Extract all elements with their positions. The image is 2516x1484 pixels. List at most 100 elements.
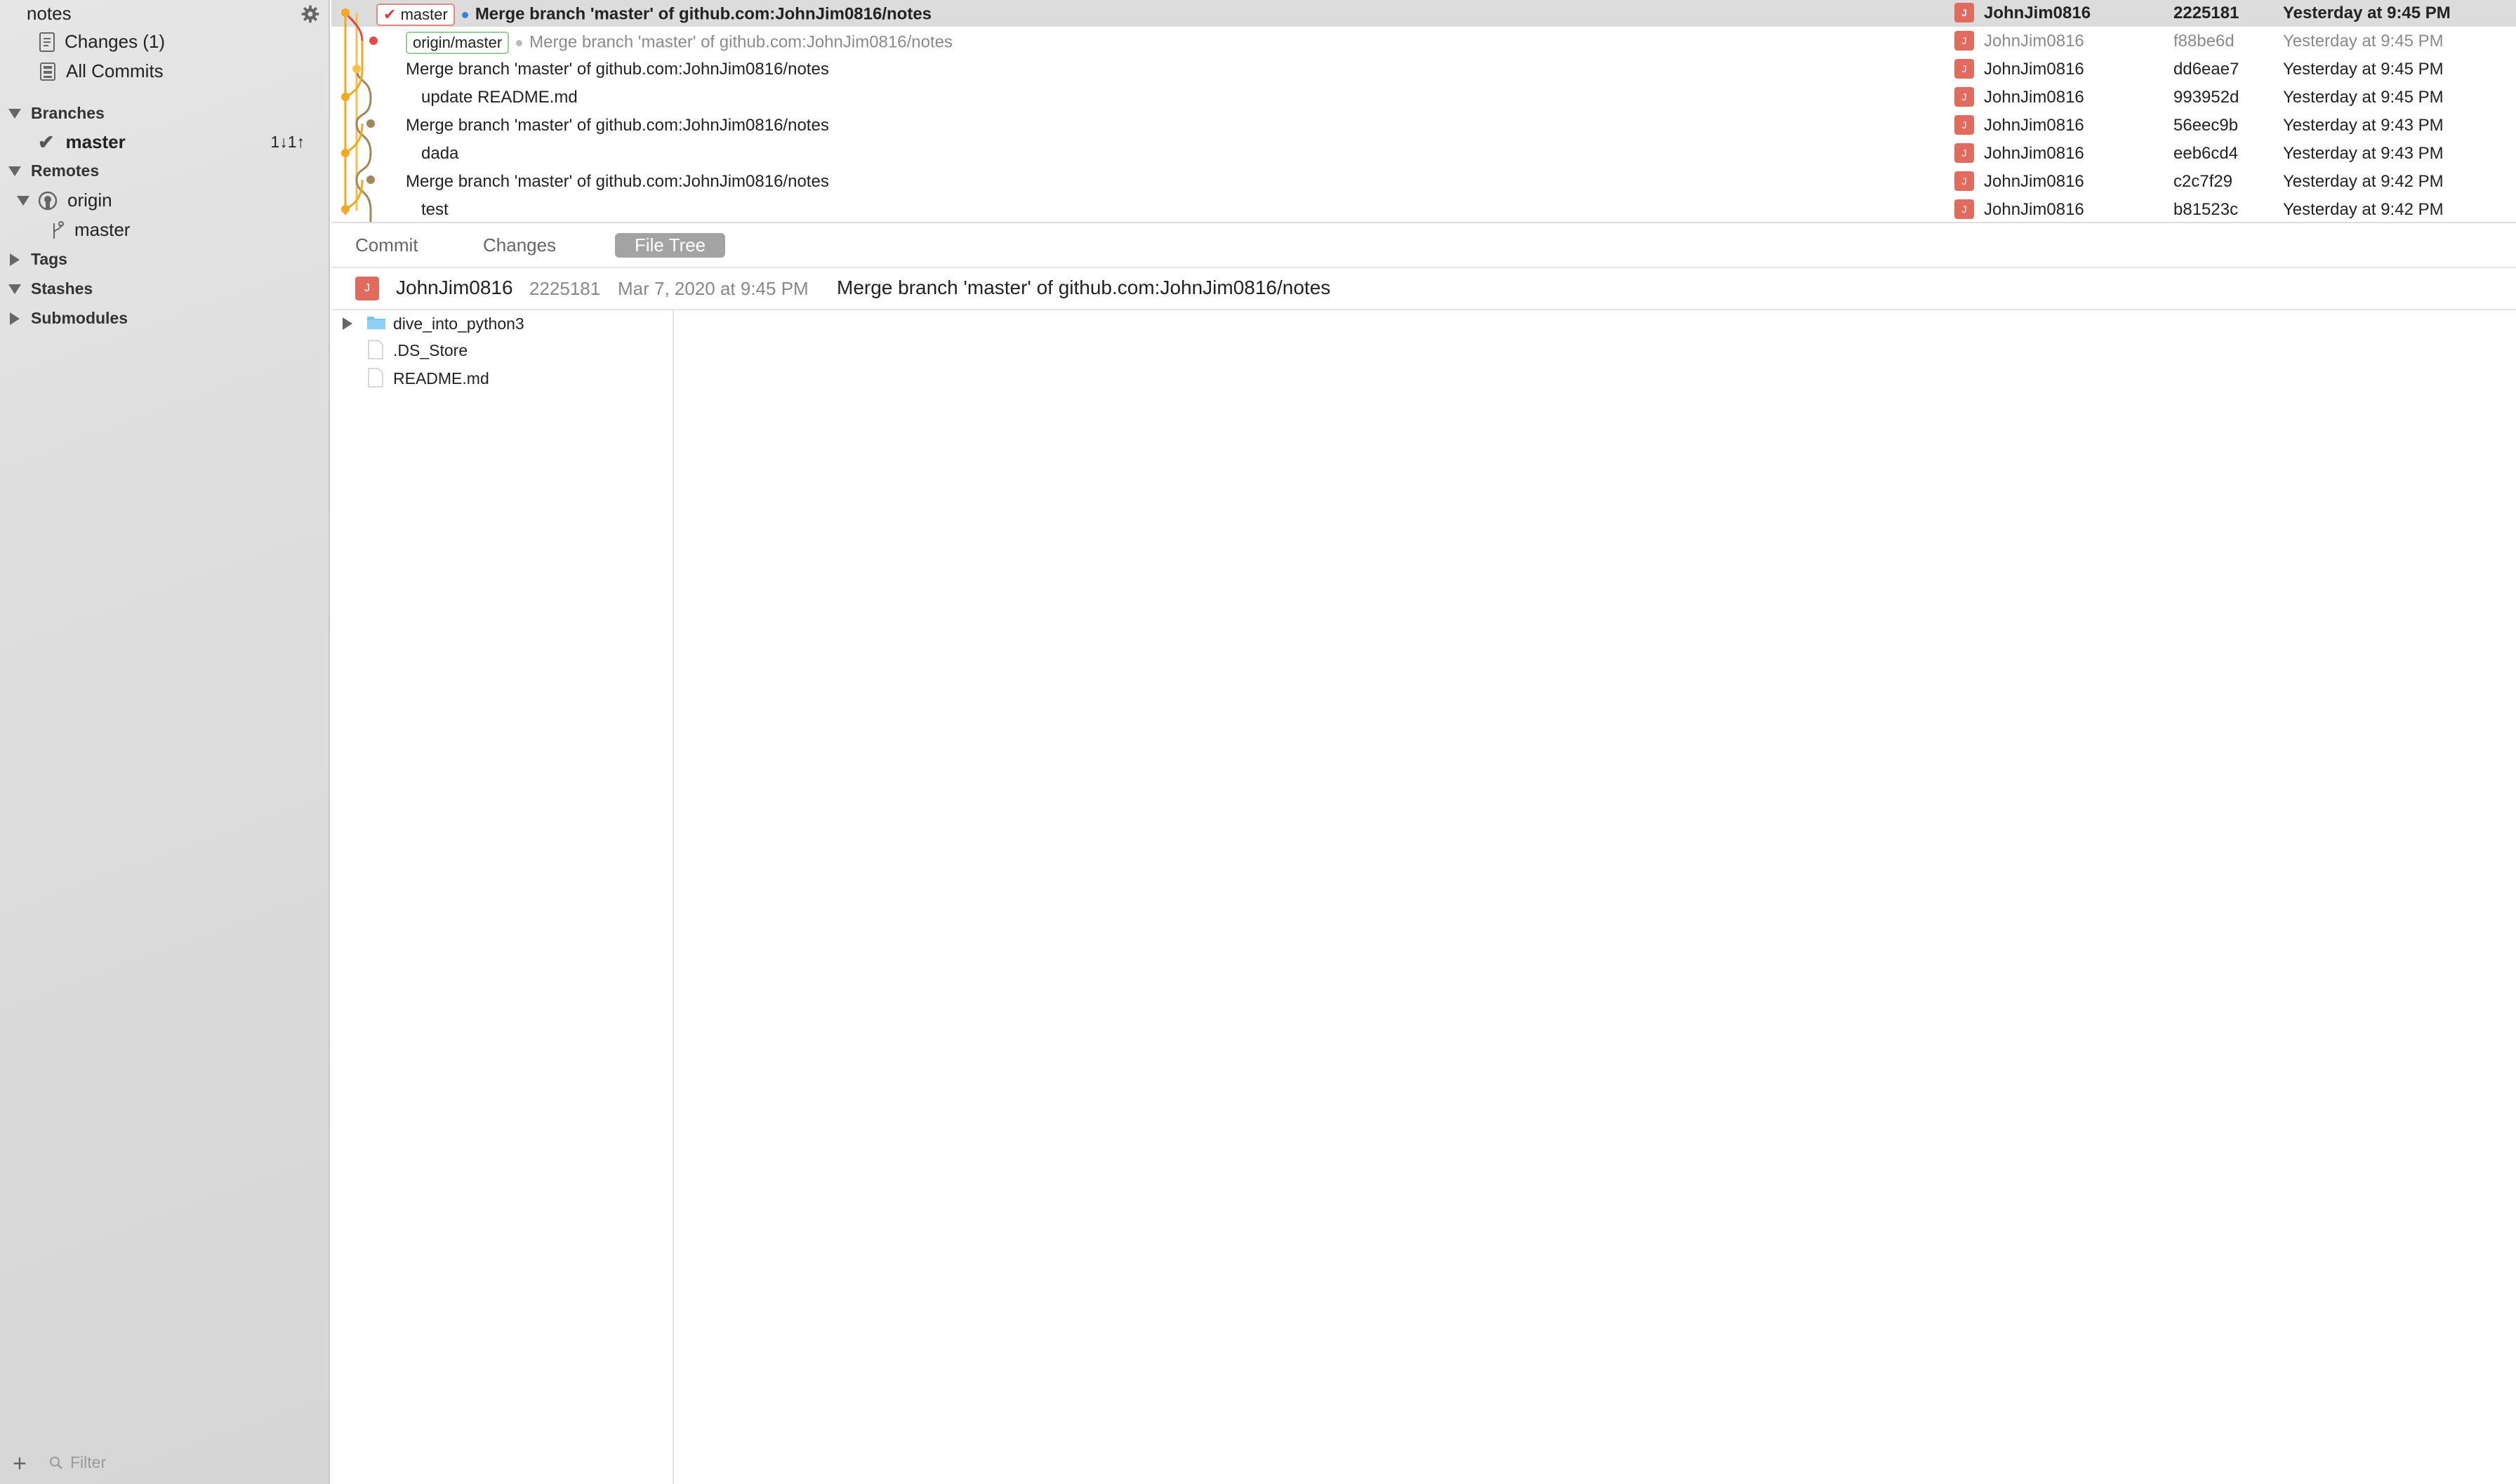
file-tree: dive_into_python3 .DS_Store README.md bbox=[331, 310, 674, 1484]
tab-commit[interactable]: Commit bbox=[336, 233, 438, 258]
commit-row[interactable]: Merge branch 'master' of github.com:John… bbox=[331, 55, 2516, 83]
disclosure-down-icon bbox=[17, 195, 29, 206]
sidebar-item-changes[interactable]: Changes (1) bbox=[39, 31, 165, 53]
avatar: J bbox=[355, 277, 379, 300]
commit-row[interactable]: origin/master Merge branch 'master' of gi… bbox=[331, 27, 2516, 55]
commit-date: Yesterday at 9:43 PM bbox=[2283, 116, 2444, 135]
commit-row[interactable]: test J JohnJim0816 b81523c Yesterday at … bbox=[331, 195, 2516, 223]
disclosure-right-icon bbox=[10, 312, 20, 325]
sidebar-item-remote-origin[interactable]: origin bbox=[17, 190, 112, 211]
detail-author: JohnJim0816 bbox=[396, 277, 513, 298]
avatar: J bbox=[1954, 87, 1974, 107]
commit-author: JohnJim0816 bbox=[1984, 88, 2084, 107]
stashes-section-header[interactable]: Stashes bbox=[8, 279, 93, 298]
commit-message: Merge branch 'master' of github.com:John… bbox=[406, 60, 829, 79]
commit-row[interactable]: dada J JohnJim0816 eeb6cd4 Yesterday at … bbox=[331, 139, 2516, 167]
commit-hash: c2c7f29 bbox=[2173, 172, 2233, 191]
folder-icon bbox=[367, 317, 385, 329]
dot-icon bbox=[516, 39, 523, 46]
commit-hash: eeb6cd4 bbox=[2173, 144, 2239, 163]
disclosure-right-icon bbox=[10, 253, 20, 266]
checkmark-icon: ✔ bbox=[38, 131, 55, 153]
commit-author: JohnJim0816 bbox=[1984, 116, 2084, 135]
repository-title: notes bbox=[27, 3, 72, 24]
commit-date: Yesterday at 9:45 PM bbox=[2283, 60, 2444, 79]
avatar: J bbox=[1954, 171, 1974, 191]
avatar: J bbox=[1954, 143, 1974, 163]
disclosure-down-icon bbox=[8, 284, 21, 294]
commit-graph bbox=[341, 8, 378, 222]
branch-icon bbox=[53, 220, 64, 239]
branch-tag-origin-master: origin/master bbox=[406, 32, 510, 54]
remotes-section-header[interactable]: Remotes bbox=[8, 161, 99, 180]
commit-hash: 56eec9b bbox=[2173, 116, 2239, 135]
file-tree-file[interactable]: README.md bbox=[331, 365, 673, 392]
commit-row[interactable]: update README.md J JohnJim0816 993952d Y… bbox=[331, 83, 2516, 111]
stack-icon bbox=[40, 62, 55, 81]
sidebar-item-remote-branch-master[interactable]: master bbox=[51, 219, 130, 241]
sidebar-item-label: Changes (1) bbox=[65, 31, 166, 52]
commit-author: JohnJim0816 bbox=[1984, 200, 2084, 219]
sidebar-bottom-bar: + Filter bbox=[0, 1443, 329, 1484]
commit-row[interactable]: ✔ master Merge branch 'master' of github.… bbox=[331, 0, 2516, 27]
detail-message: Merge branch 'master' of github.com:John… bbox=[837, 277, 1331, 298]
detail-hash[interactable]: 2225181 bbox=[529, 278, 600, 300]
section-label: Submodules bbox=[31, 309, 128, 327]
disclosure-right-icon[interactable] bbox=[343, 317, 352, 330]
file-tree-folder[interactable]: dive_into_python3 bbox=[331, 310, 673, 337]
file-content-pane bbox=[674, 310, 2516, 1484]
gear-icon[interactable] bbox=[300, 4, 320, 24]
document-icon bbox=[39, 32, 55, 52]
tab-file-tree[interactable]: File Tree bbox=[615, 233, 726, 258]
avatar: J bbox=[1954, 59, 1974, 79]
tags-section-header[interactable]: Tags bbox=[8, 250, 67, 269]
avatar: J bbox=[1954, 199, 1974, 219]
search-icon bbox=[50, 1456, 62, 1469]
avatar: J bbox=[1954, 3, 1974, 22]
section-label: Remotes bbox=[31, 161, 100, 180]
commit-author: JohnJim0816 bbox=[1984, 144, 2084, 163]
sidebar-item-branch-master[interactable]: ✔ master 1↓1↑ bbox=[38, 131, 305, 154]
sidebar-item-label: All Commits bbox=[66, 60, 164, 81]
file-name: README.md bbox=[393, 369, 489, 387]
add-icon[interactable]: + bbox=[13, 1452, 27, 1476]
file-name: .DS_Store bbox=[393, 341, 468, 359]
commit-row[interactable]: Merge branch 'master' of github.com:John… bbox=[331, 111, 2516, 139]
remote-branch-name: master bbox=[74, 219, 131, 240]
commit-author: JohnJim0816 bbox=[1984, 60, 2084, 79]
commit-message: origin/master Merge branch 'master' of gi… bbox=[406, 32, 953, 54]
head-dot-icon bbox=[461, 11, 468, 18]
branches-section-header[interactable]: Branches bbox=[8, 104, 105, 123]
file-name: dive_into_python3 bbox=[393, 314, 524, 333]
commit-date: Yesterday at 9:43 PM bbox=[2283, 144, 2444, 163]
commit-message: dada bbox=[421, 144, 459, 163]
submodules-section-header[interactable]: Submodules bbox=[8, 309, 128, 328]
section-label: Branches bbox=[31, 104, 105, 122]
detail-date: Mar 7, 2020 at 9:45 PM bbox=[618, 278, 809, 299]
message-text: Merge branch 'master' of github.com:John… bbox=[529, 32, 953, 52]
commit-date: Yesterday at 9:42 PM bbox=[2283, 172, 2444, 191]
commit-message: Merge branch 'master' of github.com:John… bbox=[406, 116, 829, 135]
file-icon bbox=[368, 340, 383, 359]
avatar: J bbox=[1954, 31, 1974, 51]
remote-name: origin bbox=[67, 190, 112, 211]
tab-changes[interactable]: Changes bbox=[463, 233, 576, 258]
commit-message: ✔ master Merge branch 'master' of github.… bbox=[376, 4, 932, 26]
commit-hash: 993952d bbox=[2173, 88, 2239, 107]
disclosure-down-icon bbox=[8, 166, 21, 176]
branch-name: master bbox=[65, 131, 126, 152]
commit-row[interactable]: Merge branch 'master' of github.com:John… bbox=[331, 167, 2516, 195]
commit-hash: 2225181 bbox=[2173, 4, 2239, 22]
commit-message: Merge branch 'master' of github.com:John… bbox=[406, 172, 829, 191]
filter-field[interactable]: Filter bbox=[49, 1453, 106, 1472]
message-text: Merge branch 'master' of github.com:John… bbox=[475, 4, 932, 24]
section-label: Stashes bbox=[31, 279, 93, 298]
file-tree-file[interactable]: .DS_Store bbox=[331, 337, 673, 364]
commit-author: JohnJim0816 bbox=[1984, 172, 2084, 191]
section-label: Tags bbox=[31, 250, 67, 268]
commit-detail-header: J JohnJim0816 2225181 Mar 7, 2020 at 9:4… bbox=[331, 268, 2516, 310]
filter-placeholder: Filter bbox=[70, 1453, 107, 1471]
commit-date: Yesterday at 9:45 PM bbox=[2283, 4, 2451, 22]
commit-author: JohnJim0816 bbox=[1984, 32, 2084, 51]
sidebar-item-all-commits[interactable]: All Commits bbox=[39, 60, 164, 82]
